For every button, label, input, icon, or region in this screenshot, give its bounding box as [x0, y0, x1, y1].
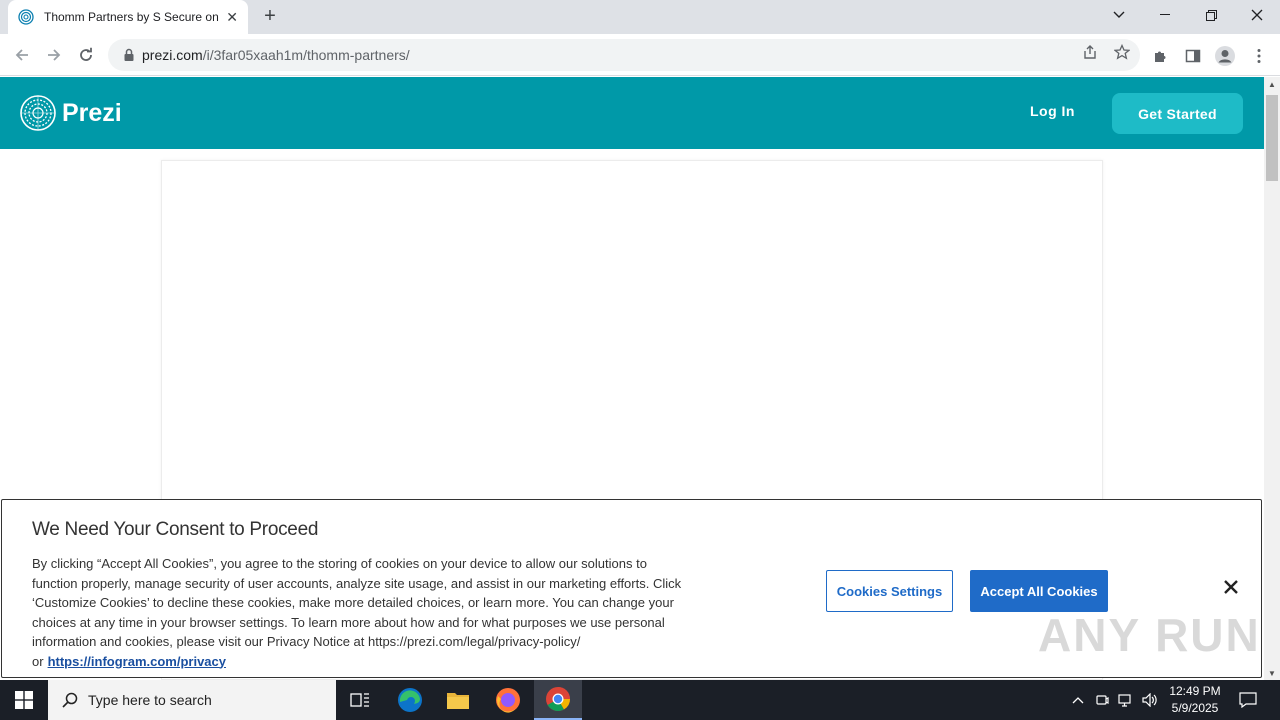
chrome-taskbar-icon[interactable]	[534, 680, 582, 720]
volume-icon[interactable]	[1140, 680, 1160, 720]
browser-toolbar: prezi.com/i/3far05xaah1m/thomm-partners/	[0, 34, 1280, 76]
accept-all-cookies-button[interactable]: Accept All Cookies	[970, 570, 1108, 612]
forward-button[interactable]	[42, 43, 66, 67]
task-view-icon[interactable]	[336, 680, 384, 720]
chrome-menu-icon[interactable]	[1248, 45, 1270, 67]
minimize-button[interactable]	[1142, 0, 1188, 30]
address-bar[interactable]: prezi.com/i/3far05xaah1m/thomm-partners/	[108, 39, 1140, 71]
network-icon[interactable]	[1116, 680, 1136, 720]
get-started-button[interactable]: Get Started	[1112, 93, 1243, 134]
brand-name: Prezi	[62, 98, 122, 127]
notifications-icon[interactable]	[1236, 680, 1260, 720]
start-button[interactable]	[0, 680, 48, 720]
site-header: Prezi Log In Get Started	[0, 77, 1264, 149]
firefox-icon[interactable]	[484, 680, 532, 720]
new-tab-button[interactable]: +	[259, 5, 281, 27]
show-hidden-icons-icon[interactable]	[1068, 680, 1088, 720]
windows-taskbar: Type here to search 12:49 PM 5/9/2025	[0, 680, 1280, 720]
url-text: prezi.com/i/3far05xaah1m/thomm-partners/	[142, 47, 410, 63]
extensions-icon[interactable]	[1150, 45, 1172, 67]
bookmark-star-icon[interactable]	[1112, 42, 1132, 62]
windows-logo-icon	[15, 691, 33, 709]
anyrun-watermark: ANY RUN	[1038, 609, 1261, 661]
scroll-down-arrow-icon[interactable]: ▼	[1264, 666, 1280, 680]
browser-tab[interactable]: Thomm Partners by S Secure on ✕	[8, 0, 248, 34]
consent-title: We Need Your Consent to Proceed	[32, 519, 319, 540]
search-placeholder: Type here to search	[88, 692, 212, 708]
scroll-up-arrow-icon[interactable]: ▲	[1264, 77, 1280, 91]
side-panel-icon[interactable]	[1182, 45, 1204, 67]
system-clock[interactable]: 12:49 PM 5/9/2025	[1160, 683, 1230, 717]
consent-text: By clicking “Accept All Cookies”, you ag…	[32, 556, 682, 669]
edge-browser-icon[interactable]	[386, 680, 434, 720]
clock-date: 5/9/2025	[1171, 701, 1219, 715]
clock-time: 12:49 PM	[1169, 684, 1221, 698]
restore-button[interactable]	[1188, 0, 1234, 30]
cookies-settings-button[interactable]: Cookies Settings	[826, 570, 953, 612]
file-explorer-icon[interactable]	[434, 680, 482, 720]
page-scrollbar[interactable]: ▲ ▼	[1264, 77, 1280, 680]
page-viewport: Prezi Log In Get Started We Need Your Co…	[0, 77, 1264, 680]
search-icon	[62, 692, 78, 708]
tab-title: Thomm Partners by S Secure on	[44, 10, 219, 24]
lock-icon[interactable]	[122, 48, 136, 62]
tab-close-icon[interactable]: ✕	[226, 9, 238, 26]
close-window-button[interactable]	[1234, 0, 1280, 30]
login-link[interactable]: Log In	[1030, 103, 1075, 119]
share-icon[interactable]	[1080, 42, 1100, 62]
privacy-link[interactable]: https://infogram.com/privacy	[48, 654, 226, 669]
prezi-favicon-icon	[18, 9, 34, 25]
tab-search-icon[interactable]	[1096, 0, 1142, 30]
taskbar-search[interactable]: Type here to search	[48, 680, 336, 720]
close-icon[interactable]	[1220, 576, 1242, 598]
reload-button[interactable]	[74, 43, 98, 67]
back-button[interactable]	[10, 43, 34, 67]
profile-avatar-icon[interactable]	[1214, 45, 1236, 67]
meet-now-icon[interactable]	[1092, 680, 1112, 720]
prezi-logo[interactable]: Prezi	[20, 95, 122, 131]
consent-body: By clicking “Accept All Cookies”, you ag…	[32, 554, 692, 671]
tab-strip: Thomm Partners by S Secure on ✕ +	[0, 0, 1280, 34]
prezi-logo-icon	[20, 95, 56, 131]
scrollbar-thumb[interactable]	[1266, 95, 1278, 181]
cookie-consent-banner: We Need Your Consent to Proceed By click…	[1, 499, 1262, 678]
